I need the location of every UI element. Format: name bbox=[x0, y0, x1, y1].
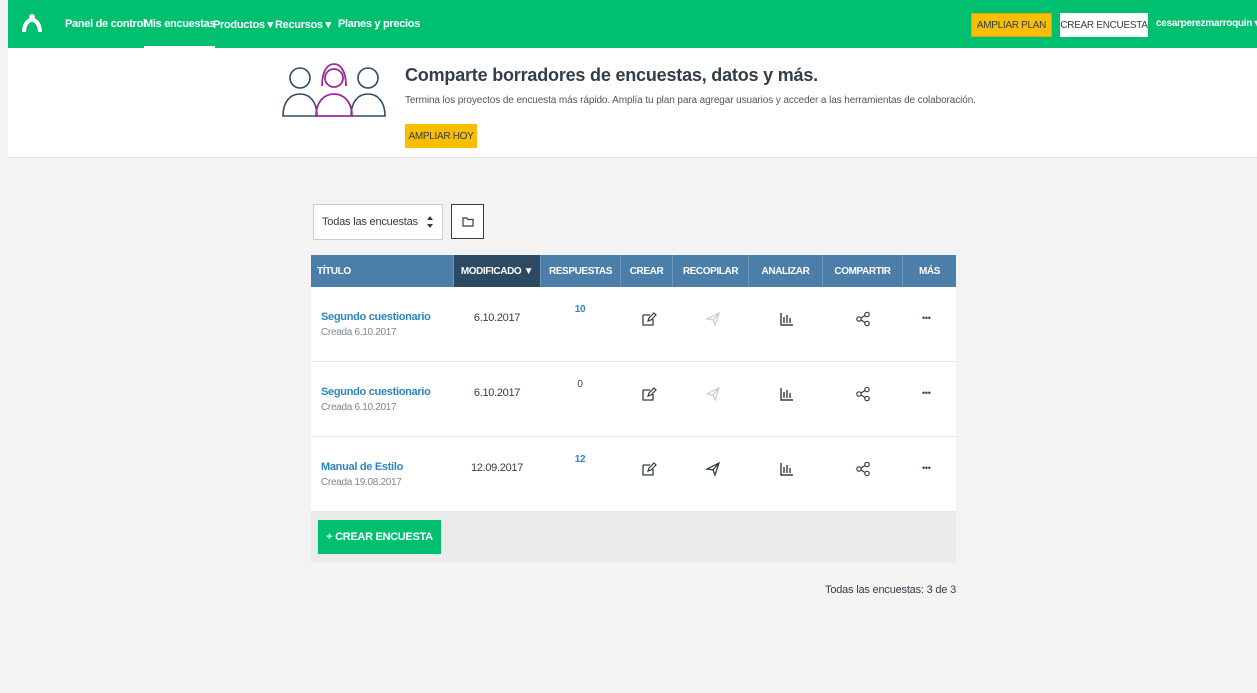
survey-created-date: Creada 6.10.2017 bbox=[321, 402, 397, 413]
more-options-icon[interactable]: ••• bbox=[922, 313, 931, 323]
survey-filter-select[interactable]: Todas las encuestas bbox=[313, 204, 443, 240]
analyze-icon[interactable] bbox=[779, 461, 795, 477]
survey-modified-date: 12.09.2017 bbox=[470, 462, 524, 474]
collect-icon[interactable] bbox=[705, 461, 721, 477]
header-create: CREAR bbox=[621, 255, 673, 287]
edit-icon[interactable] bbox=[641, 461, 657, 477]
promo-title: Comparte borradores de encuestas, datos … bbox=[405, 65, 818, 85]
header-more: MÁS bbox=[918, 265, 941, 277]
header-analyze: ANALIZAR bbox=[749, 255, 823, 287]
share-icon[interactable] bbox=[855, 461, 871, 477]
team-illustration-icon bbox=[282, 63, 386, 117]
survey-responses-count: 0 bbox=[577, 379, 583, 390]
more-options-icon[interactable]: ••• bbox=[922, 388, 931, 398]
header-title[interactable]: TÍTULO bbox=[311, 255, 454, 287]
header-share: COMPARTIR bbox=[823, 255, 903, 287]
logo-icon[interactable] bbox=[20, 12, 44, 34]
nav-dashboard[interactable]: Panel de control bbox=[65, 18, 146, 30]
nav-my-surveys[interactable]: Mis encuestas bbox=[144, 18, 216, 49]
user-menu[interactable]: cesarperezmarroquin ▾ bbox=[1156, 18, 1257, 29]
survey-modified-date: 6.10.2017 bbox=[473, 387, 521, 399]
nav-resources[interactable]: Recursos ▾ bbox=[275, 18, 331, 31]
create-survey-bottom-button[interactable]: + CREAR ENCUESTA bbox=[318, 520, 441, 554]
survey-count: Todas las encuestas: 3 de 3 bbox=[825, 584, 956, 596]
share-icon[interactable] bbox=[855, 386, 871, 402]
survey-modified-date: 6.10.2017 bbox=[473, 312, 521, 324]
select-arrows-icon bbox=[427, 216, 433, 228]
folder-icon bbox=[461, 217, 474, 227]
create-survey-button[interactable]: CREAR ENCUESTA bbox=[1060, 13, 1148, 37]
table-footer: + CREAR ENCUESTA bbox=[311, 512, 956, 562]
promo-subtitle: Termina los proyectos de encuesta más rá… bbox=[405, 95, 976, 106]
upgrade-now-button[interactable]: AMPLIAR HOY bbox=[405, 124, 477, 148]
header-collect: RECOPILAR bbox=[673, 255, 749, 287]
survey-responses-link[interactable]: 12 bbox=[535, 454, 625, 465]
share-icon[interactable] bbox=[855, 311, 871, 327]
nav-products[interactable]: Productos ▾ bbox=[213, 18, 273, 31]
collect-icon[interactable] bbox=[705, 311, 721, 327]
header-modified[interactable]: MODIFICADO ▼ bbox=[454, 255, 541, 287]
survey-title-link[interactable]: Manual de Estilo bbox=[321, 461, 403, 473]
promo-banner: Comparte borradores de encuestas, datos … bbox=[8, 48, 1257, 158]
upgrade-plan-button[interactable]: AMPLIAR PLAN bbox=[971, 13, 1052, 37]
survey-responses-link[interactable]: 10 bbox=[535, 304, 625, 315]
survey-title-link[interactable]: Segundo cuestionario bbox=[321, 386, 431, 398]
edit-icon[interactable] bbox=[641, 311, 657, 327]
surveys-table: TÍTULO MODIFICADO ▼ RESPUESTAS CREAR REC… bbox=[311, 255, 956, 562]
analyze-icon[interactable] bbox=[779, 311, 795, 327]
table-header: TÍTULO MODIFICADO ▼ RESPUESTAS CREAR REC… bbox=[311, 255, 956, 287]
survey-filter-value: Todas las encuestas bbox=[322, 216, 418, 228]
header-responses[interactable]: RESPUESTAS bbox=[541, 255, 621, 287]
survey-created-date: Creada 19.08.2017 bbox=[321, 477, 402, 488]
top-nav: Panel de control Mis encuestas Productos… bbox=[8, 0, 1257, 49]
survey-title-link[interactable]: Segundo cuestionario bbox=[321, 311, 431, 323]
nav-plans-pricing[interactable]: Planes y precios bbox=[338, 18, 420, 30]
table-row: Segundo cuestionario Creada 6.10.2017 6.… bbox=[311, 287, 956, 362]
more-options-icon[interactable]: ••• bbox=[922, 463, 931, 473]
survey-created-date: Creada 6.10.2017 bbox=[321, 327, 397, 338]
table-row: Segundo cuestionario Creada 6.10.2017 6.… bbox=[311, 362, 956, 437]
folder-button[interactable] bbox=[451, 204, 484, 239]
collect-icon[interactable] bbox=[705, 386, 721, 402]
edit-icon[interactable] bbox=[641, 386, 657, 402]
analyze-icon[interactable] bbox=[779, 386, 795, 402]
table-row: Manual de Estilo Creada 19.08.2017 12.09… bbox=[311, 437, 956, 512]
